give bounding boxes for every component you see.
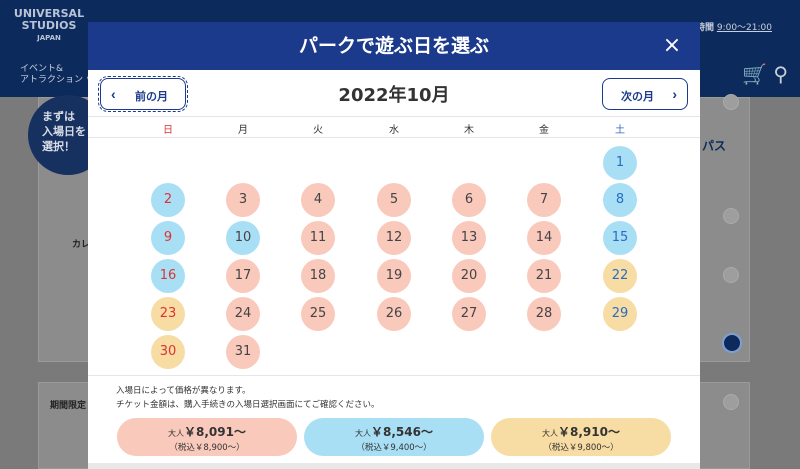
check-icon [723, 208, 739, 224]
calendar-day[interactable]: 28 [527, 297, 561, 331]
price-main: 大人￥8,091～ [117, 418, 297, 440]
weekday-thu: 木 [464, 125, 474, 136]
calendar-day[interactable]: 5 [377, 183, 411, 217]
calendar-day[interactable]: 24 [226, 297, 260, 331]
month-navigation: ‹ 前の月 2022年10月 次の月 › [88, 70, 700, 116]
calendar-day[interactable]: 27 [452, 297, 486, 331]
logo-text: UNIVERSAL STUDIOS [13, 7, 85, 32]
site-logo[interactable]: UNIVERSAL STUDIOS JAPAN [10, 8, 88, 44]
calendar-day[interactable]: 4 [301, 183, 335, 217]
close-icon[interactable]: × [660, 34, 684, 58]
notes-divider [88, 375, 700, 376]
weekday-wed: 水 [389, 125, 399, 136]
date-picker-modal: パークで遊ぶ日を選ぶ × ‹ 前の月 2022年10月 次の月 › 日 月 火 … [88, 22, 700, 469]
calendar-day[interactable]: 21 [527, 259, 561, 293]
calendar-day[interactable]: 29 [603, 297, 637, 331]
calendar-day[interactable]: 25 [301, 297, 335, 331]
price-value: ￥8,546～ [371, 425, 433, 439]
calendar-day[interactable]: 7 [527, 183, 561, 217]
check-icon [723, 394, 739, 410]
calendar-day[interactable]: 6 [452, 183, 486, 217]
price-main: 大人￥8,910～ [491, 418, 671, 440]
calendar-day[interactable]: 20 [452, 259, 486, 293]
modal-title: パークで遊ぶ日を選ぶ [298, 35, 489, 57]
price-tax: （税込￥9,800～） [543, 443, 619, 453]
weekday-mon: 月 [238, 125, 248, 136]
adult-label: 大人 [168, 429, 185, 438]
price-main: 大人￥8,546～ [304, 418, 484, 440]
calendar-day[interactable]: 26 [377, 297, 411, 331]
price-notes: 入場日によって価格が異なります。 チケット金額は、購入手続きの入場日選択画面にて… [116, 384, 380, 412]
note-line2: チケット金額は、購入手続きの入場日選択画面にてご確認ください。 [116, 400, 380, 410]
calendar-day[interactable]: 8 [603, 183, 637, 217]
calendar-day[interactable]: 14 [527, 221, 561, 255]
calendar-day[interactable]: 11 [301, 221, 335, 255]
price-value: ￥8,091～ [184, 425, 246, 439]
check-icon [723, 267, 739, 283]
calendar-day[interactable]: 13 [452, 221, 486, 255]
price-tier-blue[interactable]: 大人￥8,546～ （税込￥9,400～） [304, 418, 484, 456]
adult-label: 大人 [355, 429, 372, 438]
weekday-sat: 土 [615, 125, 625, 136]
next-month-label: 次の月 [621, 91, 654, 103]
calendar-day[interactable]: 1 [603, 146, 637, 180]
limited-side-label: 期間限定 [50, 401, 87, 411]
calendar-day[interactable]: 10 [226, 221, 260, 255]
calendar-day[interactable]: 23 [151, 297, 185, 331]
cart-icon[interactable]: 🛒 [742, 62, 767, 86]
calendar-day[interactable]: 2 [151, 183, 185, 217]
next-month-button[interactable]: 次の月 › [602, 78, 688, 110]
calendar-day[interactable]: 18 [301, 259, 335, 293]
hours-value[interactable]: 9:00～21:00 [717, 23, 772, 33]
modal-header: パークで遊ぶ日を選ぶ × [88, 22, 700, 70]
weekday-sun: 日 [163, 125, 173, 136]
pass-side-label: パス [702, 139, 727, 153]
selected-check-icon[interactable] [722, 333, 742, 353]
note-line1: 入場日によって価格が異なります。 [116, 386, 251, 396]
calendar-day[interactable]: 31 [226, 335, 260, 369]
price-tax: （税込￥9,400～） [356, 443, 432, 453]
chevron-right-icon: › [672, 86, 677, 102]
calendar-day[interactable]: 3 [226, 183, 260, 217]
weekday-header: 日 月 火 水 木 金 土 [88, 116, 700, 138]
calendar-day[interactable]: 30 [151, 335, 185, 369]
adult-label: 大人 [542, 429, 559, 438]
price-tier-yellow[interactable]: 大人￥8,910～ （税込￥9,800～） [491, 418, 671, 456]
price-tier-pink[interactable]: 大人￥8,091～ （税込￥8,900～） [117, 418, 297, 456]
nav-label-line2: アトラクション ∨ [20, 75, 93, 85]
price-value: ￥8,910～ [558, 425, 620, 439]
calendar-day[interactable]: 9 [151, 221, 185, 255]
search-icon[interactable]: ⚲ [773, 62, 788, 86]
calendar-day[interactable]: 16 [151, 259, 185, 293]
modal-footer [88, 463, 700, 469]
calendar-day[interactable]: 19 [377, 259, 411, 293]
calendar-day[interactable]: 12 [377, 221, 411, 255]
logo-subtext: JAPAN [37, 34, 61, 42]
check-icon [723, 94, 739, 110]
calendar-day[interactable]: 15 [603, 221, 637, 255]
weekday-tue: 火 [313, 125, 323, 136]
price-tax: （税込￥8,900～） [169, 443, 245, 453]
header-icons: 🛒 ⚲ [742, 62, 788, 86]
calendar-day[interactable]: 17 [226, 259, 260, 293]
nav-label-line1: イベント& [20, 64, 64, 74]
nav-events-attractions[interactable]: イベント& アトラクション ∨ [20, 64, 92, 86]
weekday-fri: 金 [539, 125, 549, 136]
calendar-grid: 1 2 3 4 5 6 7 8 9 10 11 12 13 14 15 16 17 18 19 20 21 22 23 24 2… [88, 138, 700, 376]
calendar-day[interactable]: 22 [603, 259, 637, 293]
